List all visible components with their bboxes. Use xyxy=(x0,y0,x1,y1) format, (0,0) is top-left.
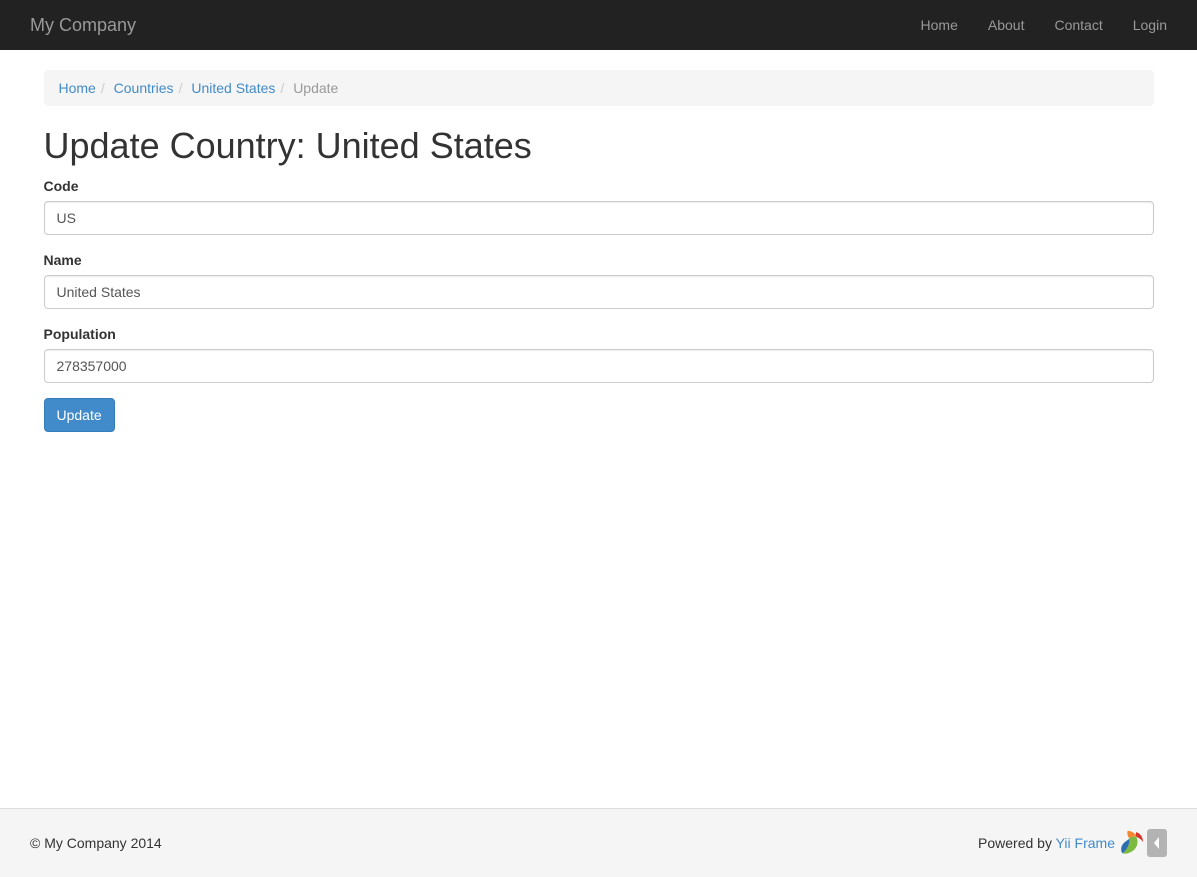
nav-link-home[interactable]: Home xyxy=(906,0,973,50)
breadcrumb-countries[interactable]: Countries xyxy=(114,80,174,96)
code-label: Code xyxy=(44,176,79,196)
update-button[interactable]: Update xyxy=(44,398,115,432)
name-label: Name xyxy=(44,250,82,270)
population-input[interactable] xyxy=(44,349,1154,383)
breadcrumb-united-states[interactable]: United States xyxy=(191,80,275,96)
footer-copyright: © My Company 2014 xyxy=(30,833,162,853)
country-form: Code Name Population Update xyxy=(44,176,1154,432)
footer-powered-by-link[interactable]: Yii Frame xyxy=(1056,835,1115,851)
breadcrumb: Home Countries United States Update xyxy=(44,70,1154,106)
main-container: Home Countries United States Update Upda… xyxy=(14,70,1184,432)
chevron-left-icon xyxy=(1147,829,1167,857)
name-input[interactable] xyxy=(44,275,1154,309)
yii-logo-icon xyxy=(1119,829,1145,857)
navbar-brand[interactable]: My Company xyxy=(15,0,151,50)
breadcrumb-current: Update xyxy=(275,78,338,98)
nav-link-login[interactable]: Login xyxy=(1118,0,1182,50)
population-label: Population xyxy=(44,324,116,344)
nav-link-contact[interactable]: Contact xyxy=(1039,0,1117,50)
nav-link-about[interactable]: About xyxy=(973,0,1040,50)
footer-powered-by-text: Powered by xyxy=(978,835,1056,851)
code-input[interactable] xyxy=(44,201,1154,235)
footer: © My Company 2014 Powered by Yii Frame xyxy=(0,808,1197,877)
yii-debug-badge[interactable] xyxy=(1119,829,1167,857)
navbar: My Company Home About Contact Login xyxy=(0,0,1197,50)
navbar-nav: Home About Contact Login xyxy=(906,0,1182,50)
breadcrumb-home[interactable]: Home xyxy=(59,80,96,96)
page-title: Update Country: United States xyxy=(44,126,1154,166)
